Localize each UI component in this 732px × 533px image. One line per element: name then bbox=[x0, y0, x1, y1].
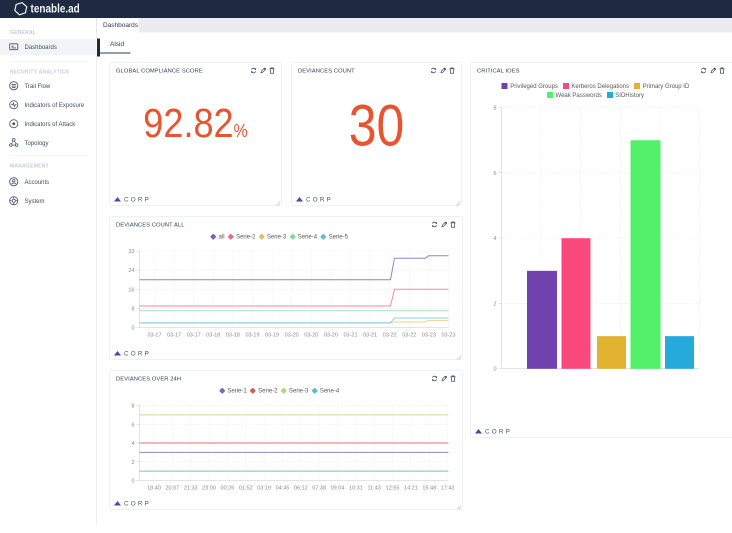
svg-text:4: 4 bbox=[493, 236, 496, 242]
svg-text:16: 16 bbox=[128, 287, 134, 293]
svg-text:03-21: 03-21 bbox=[363, 333, 377, 339]
svg-text:0: 0 bbox=[131, 326, 134, 332]
svg-text:2: 2 bbox=[131, 460, 134, 466]
svg-text:20:07: 20:07 bbox=[165, 486, 179, 492]
svg-text:03-18: 03-18 bbox=[226, 333, 240, 339]
svg-text:03-17: 03-17 bbox=[167, 333, 181, 339]
svg-text:03-21: 03-21 bbox=[343, 333, 357, 339]
svg-text:17:43: 17:43 bbox=[441, 486, 455, 492]
svg-text:03-23: 03-23 bbox=[441, 333, 455, 339]
svg-text:03-20: 03-20 bbox=[304, 333, 318, 339]
svg-text:06:12: 06:12 bbox=[294, 486, 308, 492]
svg-text:21:33: 21:33 bbox=[184, 486, 198, 492]
svg-text:8: 8 bbox=[493, 106, 496, 112]
svg-text:03-20: 03-20 bbox=[285, 333, 299, 339]
svg-text:8: 8 bbox=[131, 404, 134, 410]
svg-text:0: 0 bbox=[493, 367, 496, 373]
svg-text:18:40: 18:40 bbox=[147, 486, 161, 492]
svg-text:03:19: 03:19 bbox=[257, 486, 271, 492]
svg-text:03-17: 03-17 bbox=[147, 333, 161, 339]
svg-text:03-18: 03-18 bbox=[206, 333, 220, 339]
svg-text:8: 8 bbox=[131, 306, 134, 312]
svg-text:11:43: 11:43 bbox=[368, 486, 381, 492]
svg-text:03-23: 03-23 bbox=[422, 333, 436, 339]
svg-text:03-19: 03-19 bbox=[265, 333, 279, 339]
svg-text:01:52: 01:52 bbox=[239, 486, 253, 492]
svg-text:10:31: 10:31 bbox=[349, 486, 363, 492]
svg-text:09:04: 09:04 bbox=[331, 486, 345, 492]
svg-text:24: 24 bbox=[128, 268, 134, 274]
svg-text:0: 0 bbox=[131, 479, 134, 485]
svg-text:03-17: 03-17 bbox=[187, 333, 201, 339]
svg-text:6: 6 bbox=[131, 422, 134, 428]
svg-text:07:38: 07:38 bbox=[312, 486, 326, 492]
svg-text:15:48: 15:48 bbox=[422, 486, 436, 492]
svg-text:4: 4 bbox=[131, 441, 134, 447]
svg-text:00:26: 00:26 bbox=[221, 486, 235, 492]
svg-text:2: 2 bbox=[493, 301, 496, 307]
svg-text:03-22: 03-22 bbox=[402, 333, 416, 339]
svg-text:03-22: 03-22 bbox=[383, 333, 397, 339]
svg-text:32: 32 bbox=[128, 249, 134, 255]
svg-text:12:55: 12:55 bbox=[386, 486, 400, 492]
svg-text:04:45: 04:45 bbox=[276, 486, 290, 492]
svg-text:6: 6 bbox=[493, 171, 496, 177]
svg-text:23:00: 23:00 bbox=[202, 486, 216, 492]
svg-text:14:21: 14:21 bbox=[404, 486, 418, 492]
svg-text:03-19: 03-19 bbox=[245, 333, 259, 339]
svg-text:03-20: 03-20 bbox=[324, 333, 338, 339]
